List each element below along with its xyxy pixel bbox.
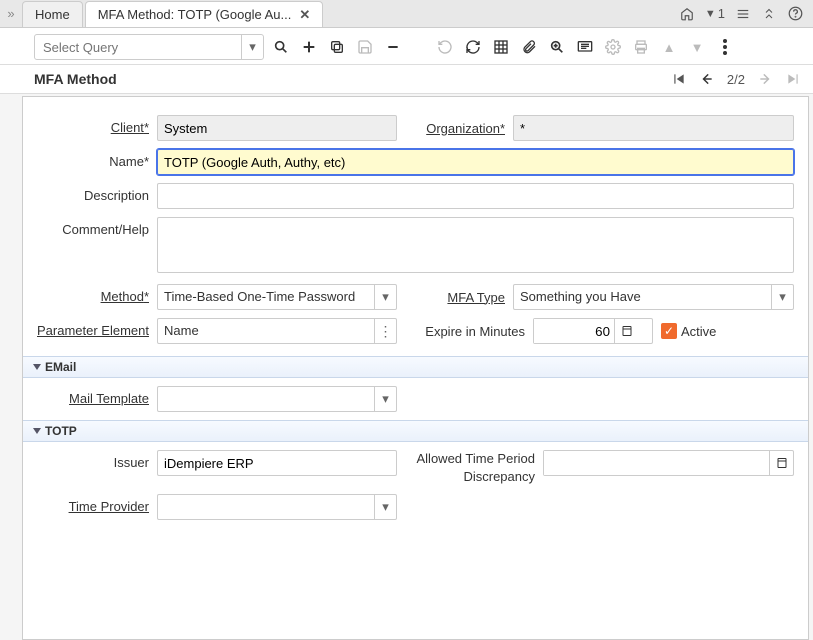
toolbar: ▾ ▲ ▼ (0, 28, 813, 65)
undo-icon (436, 38, 454, 56)
mfatype-select[interactable]: Something you Have ▾ (513, 284, 794, 310)
help-icon[interactable] (787, 6, 803, 22)
name-label: Name (37, 149, 149, 169)
mail-template-select[interactable]: ▾ (157, 386, 397, 412)
more-icon[interactable] (716, 38, 734, 56)
comment-field[interactable] (157, 217, 794, 273)
prev-record-icon[interactable] (699, 71, 715, 87)
description-field[interactable] (157, 183, 794, 209)
chevron-down-icon[interactable]: ▾ (771, 285, 793, 309)
active-label: Active (681, 324, 716, 339)
toolbar-icons: ▲ ▼ (272, 38, 734, 56)
parameter-value: Name (158, 319, 374, 343)
active-checkbox[interactable]: ✓ Active (661, 323, 716, 339)
detail-icon: ▼ (688, 38, 706, 56)
tab-strip: Home MFA Method: TOTP (Google Au... ✕ (22, 0, 325, 27)
issuer-field[interactable] (157, 450, 397, 476)
section-totp[interactable]: TOTP (23, 420, 808, 442)
issuer-label: Issuer (37, 450, 149, 470)
chevron-down-icon[interactable]: ▾ (374, 387, 396, 411)
time-provider-label: Time Provider (37, 494, 149, 514)
organization-label: Organization (405, 121, 505, 136)
notifications-dropdown[interactable]: ▼ 1 (705, 6, 725, 22)
breadcrumb-header: MFA Method 2/2 (0, 65, 813, 94)
first-record-icon[interactable] (671, 71, 687, 87)
delete-icon[interactable] (384, 38, 402, 56)
calculator-icon[interactable] (614, 319, 638, 343)
mfatype-label: MFA Type (405, 290, 505, 305)
chevron-down-icon[interactable]: ▾ (241, 35, 263, 59)
mail-template-label: Mail Template (37, 386, 149, 406)
new-icon[interactable] (300, 38, 318, 56)
tab-home[interactable]: Home (22, 1, 83, 27)
record-nav: 2/2 (671, 71, 801, 87)
client-field (157, 115, 397, 141)
expire-field[interactable] (533, 318, 653, 344)
tab-home-label: Home (35, 7, 70, 22)
mfatype-value: Something you Have (514, 285, 771, 309)
refresh-icon[interactable] (464, 38, 482, 56)
calculator-icon[interactable] (769, 451, 793, 475)
chevron-down-icon[interactable]: ▾ (374, 285, 396, 309)
section-email[interactable]: EMail (23, 356, 808, 378)
chevron-down-icon (33, 364, 41, 370)
time-provider-select[interactable]: ▾ (157, 494, 397, 520)
comment-label: Comment/Help (37, 217, 149, 237)
allowed-time-period-field[interactable] (543, 450, 794, 476)
topbar-actions: ▼ 1 (679, 6, 813, 22)
more-vert-icon[interactable]: ⋮ (374, 319, 396, 343)
name-field[interactable] (157, 149, 794, 175)
close-icon[interactable]: ✕ (299, 7, 310, 23)
atp-input[interactable] (544, 451, 769, 475)
tab-current[interactable]: MFA Method: TOTP (Google Au... ✕ (85, 1, 324, 27)
method-select[interactable]: Time-Based One-Time Password ▾ (157, 284, 397, 310)
organization-field (513, 115, 794, 141)
record-paging: 2/2 (727, 72, 745, 87)
allowed-time-period-label: Allowed Time Period Discrepancy (405, 450, 535, 486)
top-tab-bar: » Home MFA Method: TOTP (Google Au... ✕ … (0, 0, 813, 28)
grid-icon[interactable] (492, 38, 510, 56)
print-icon (632, 38, 650, 56)
menu-icon[interactable] (735, 6, 751, 22)
parent-icon: ▲ (660, 38, 678, 56)
search-icon[interactable] (272, 38, 290, 56)
last-record-icon[interactable] (785, 71, 801, 87)
check-icon: ✓ (661, 323, 677, 339)
client-label: Client (37, 115, 149, 135)
description-label: Description (37, 183, 149, 203)
method-label: Method (37, 284, 149, 304)
tab-current-label: MFA Method: TOTP (Google Au... (98, 7, 292, 22)
save-icon (356, 38, 374, 56)
copy-icon[interactable] (328, 38, 346, 56)
page-title: MFA Method (34, 71, 117, 87)
next-record-icon[interactable] (757, 71, 773, 87)
zoom-icon[interactable] (548, 38, 566, 56)
chevron-down-icon (33, 428, 41, 434)
parameter-label: Parameter Element (37, 318, 149, 339)
notifications-count: 1 (718, 6, 725, 21)
home-icon[interactable] (679, 6, 695, 22)
attachment-icon[interactable] (520, 38, 538, 56)
collapse-icon[interactable] (761, 6, 777, 22)
parameter-select[interactable]: Name ⋮ (157, 318, 397, 344)
method-value: Time-Based One-Time Password (158, 285, 374, 309)
expand-sidebar-icon[interactable]: » (0, 6, 22, 21)
chevron-down-icon[interactable]: ▾ (374, 495, 396, 519)
expire-input[interactable] (534, 319, 614, 343)
report-icon[interactable] (576, 38, 594, 56)
expire-label: Expire in Minutes (405, 324, 525, 339)
form-panel: Client Organization Name Description Com… (22, 96, 809, 640)
process-icon (604, 38, 622, 56)
query-input[interactable] (35, 40, 241, 55)
query-select[interactable]: ▾ (34, 34, 264, 60)
